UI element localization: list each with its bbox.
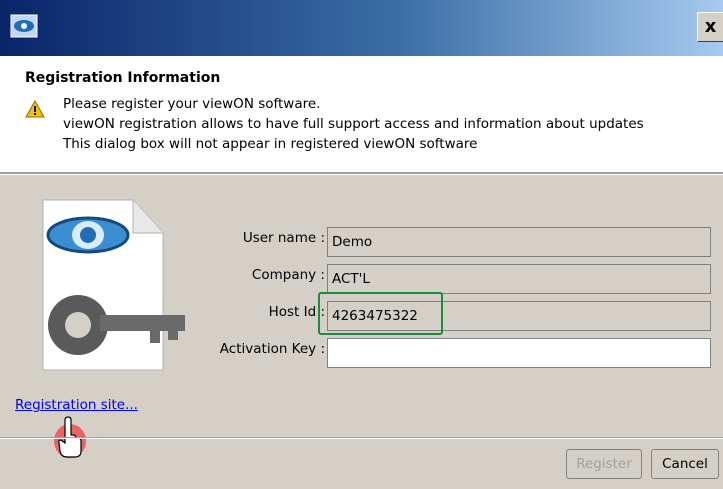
footer-separator	[0, 437, 723, 439]
company-field[interactable]: ACT'L	[327, 264, 711, 294]
host-id-label: Host Id :	[268, 304, 325, 320]
warning-icon	[25, 100, 45, 118]
message-line-2: viewON registration allows to have full …	[63, 116, 644, 132]
message-line-1: Please register your viewON software.	[63, 96, 321, 112]
message-line-3: This dialog box will not appear in regis…	[63, 136, 478, 152]
user-name-label: User name :	[242, 230, 325, 246]
dialog-title: Registration Information	[25, 70, 221, 86]
app-eye-icon	[10, 14, 38, 38]
activation-key-label: Activation Key :	[219, 341, 325, 357]
registration-key-icon	[42, 199, 185, 371]
user-name-field[interactable]: Demo	[327, 227, 711, 257]
cancel-button[interactable]: Cancel	[651, 449, 719, 479]
header-panel: Registration Information Please register…	[0, 56, 723, 172]
close-button[interactable]: x	[697, 12, 723, 42]
title-bar: x	[0, 0, 723, 56]
company-label: Company :	[251, 267, 325, 283]
activation-key-input[interactable]	[327, 338, 711, 368]
form-panel: User name : Demo Company : ACT'L Host Id…	[0, 175, 723, 489]
host-id-highlight	[318, 292, 443, 335]
register-button[interactable]: Register	[566, 449, 642, 479]
registration-site-link[interactable]: Registration site...	[15, 397, 138, 413]
